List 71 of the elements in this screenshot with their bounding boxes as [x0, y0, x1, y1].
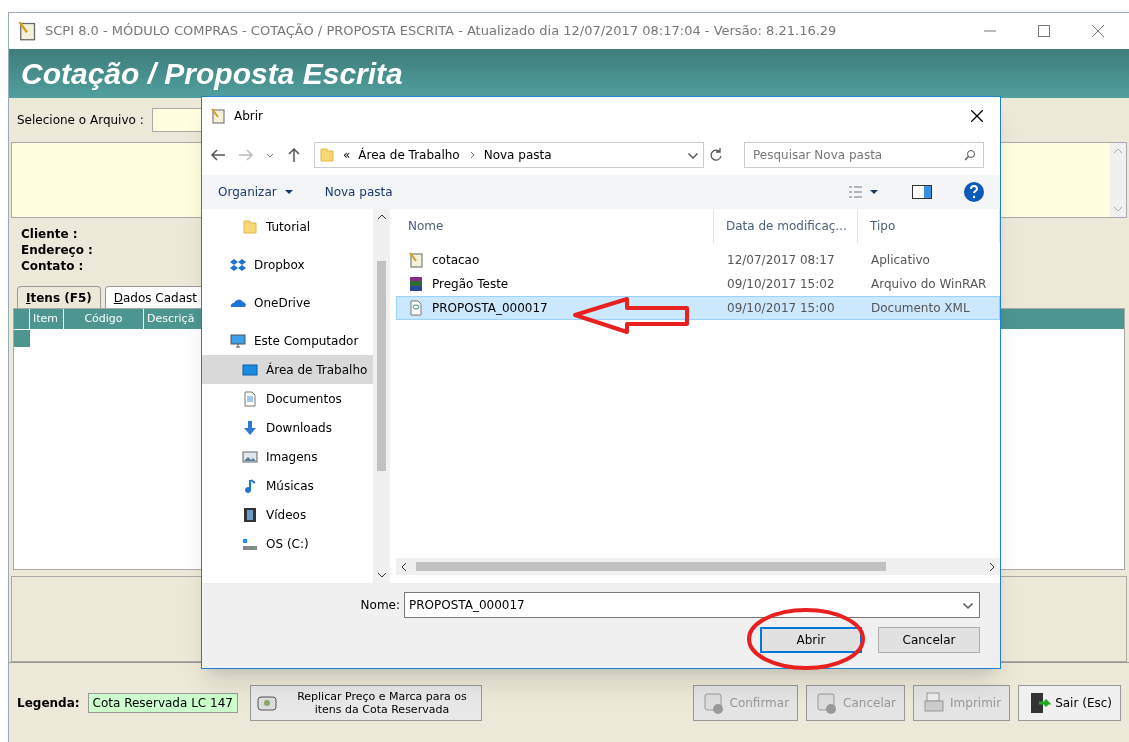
column-header: Item [30, 309, 64, 329]
file-row[interactable]: PROPOSTA_000017 09/10/2017 15:00 Documento XML [396, 296, 1000, 320]
printer-icon [922, 690, 947, 715]
preview-pane-icon[interactable] [912, 184, 932, 200]
tab[interactable]: Itens (F5) [17, 286, 101, 308]
nav-item[interactable]: Músicas [202, 471, 373, 500]
dialog-title: Abrir [234, 108, 264, 125]
breadcrumb-item[interactable]: « [343, 146, 351, 164]
column-header[interactable]: Data de modificaç... [714, 209, 858, 243]
client-label: Contato : [21, 258, 84, 274]
legend-label: Legenda: [17, 694, 80, 712]
caret-icon [284, 188, 293, 196]
back-arrow-icon[interactable] [210, 147, 226, 163]
column-header[interactable]: Tipo [858, 209, 1000, 243]
help-icon[interactable] [964, 182, 984, 202]
address-bar[interactable]: « Área de Trabalho Nova pasta [314, 142, 704, 168]
search-icon [964, 149, 976, 161]
document-icon [408, 300, 424, 316]
notepad-icon [210, 108, 226, 124]
nav-item[interactable]: Downloads [202, 413, 373, 442]
page-title: Cotação / Proposta Escrita [21, 56, 403, 92]
nav-item[interactable]: Tutorial [202, 212, 373, 241]
window-title: SCPI 8.0 - MÓDULO COMPRAS - COTAÇÃO / PROPOSTA ESCRITA - Atualizado dia 12/07/2017 08:17:04 - Versão: 8.21.16.29 [45, 22, 838, 41]
close-icon [971, 110, 983, 122]
legend-tag: Cota Reservada LC 147 [87, 692, 238, 713]
nav-item[interactable]: Dropbox [202, 250, 373, 279]
music-note-icon [242, 477, 258, 494]
field-label: Selecione o Arquivo : [17, 112, 144, 129]
refresh-icon[interactable] [708, 147, 724, 163]
search-field[interactable]: Pesquisar Nova pasta [744, 142, 984, 168]
replicate-button[interactable]: Replicar Preço e Marca para os itens da Cota Reservada [249, 684, 482, 721]
folder-icon [319, 147, 335, 163]
computer-icon [230, 332, 246, 349]
scrollbar[interactable] [396, 558, 1000, 575]
nav-item[interactable]: Este Computador [202, 326, 373, 355]
dropbox-icon [230, 256, 246, 273]
up-arrow-icon[interactable] [286, 147, 302, 163]
toolbar-button[interactable]: Nova pasta [324, 183, 393, 201]
close-icon [1092, 25, 1104, 37]
dialog-button[interactable]: Cancelar [878, 627, 980, 653]
filename-label: Nome: [360, 597, 400, 614]
document-icon [242, 390, 258, 407]
nav-item[interactable]: OS (C:) [202, 529, 373, 558]
client-label: Endereço : [21, 242, 93, 258]
folder-icon [242, 218, 258, 235]
toolbar-button[interactable]: Organizar [218, 183, 293, 201]
action-button[interactable]: Sair (Esc) [1018, 684, 1121, 721]
column-header[interactable]: Nome [396, 209, 714, 243]
monitor-icon [242, 361, 258, 378]
dialog-button[interactable]: Abrir [760, 627, 862, 653]
film-icon [242, 506, 258, 523]
file-row[interactable]: Pregão Teste 09/10/2017 15:02 Arquivo do WinRAR [396, 272, 1000, 296]
filename-field[interactable]: PROPOSTA_000017 [404, 592, 980, 618]
picture-icon [242, 448, 258, 465]
chevron-down-icon[interactable] [266, 151, 274, 159]
notepad-icon [17, 21, 37, 41]
nav-item[interactable]: Documentos [202, 384, 373, 413]
breadcrumb-item[interactable]: Nova pasta [483, 146, 552, 164]
notepad-icon [408, 252, 424, 268]
view-options-icon[interactable] [848, 186, 880, 198]
nav-item[interactable]: Imagens [202, 442, 373, 471]
nav-item[interactable]: Vídeos [202, 500, 373, 529]
column-header: Código [64, 309, 144, 329]
maximize-icon [1038, 25, 1050, 37]
client-label: Cliente : [21, 226, 78, 242]
file-row[interactable]: cotacao 12/07/2017 08:17 Aplicativo [396, 248, 1000, 272]
scrollbar[interactable] [373, 209, 390, 583]
nav-item[interactable]: Área de Trabalho [202, 355, 373, 384]
archive-icon [408, 276, 424, 292]
down-arrow-icon [242, 419, 258, 436]
breadcrumb-item[interactable]: Área de Trabalho [358, 146, 460, 164]
